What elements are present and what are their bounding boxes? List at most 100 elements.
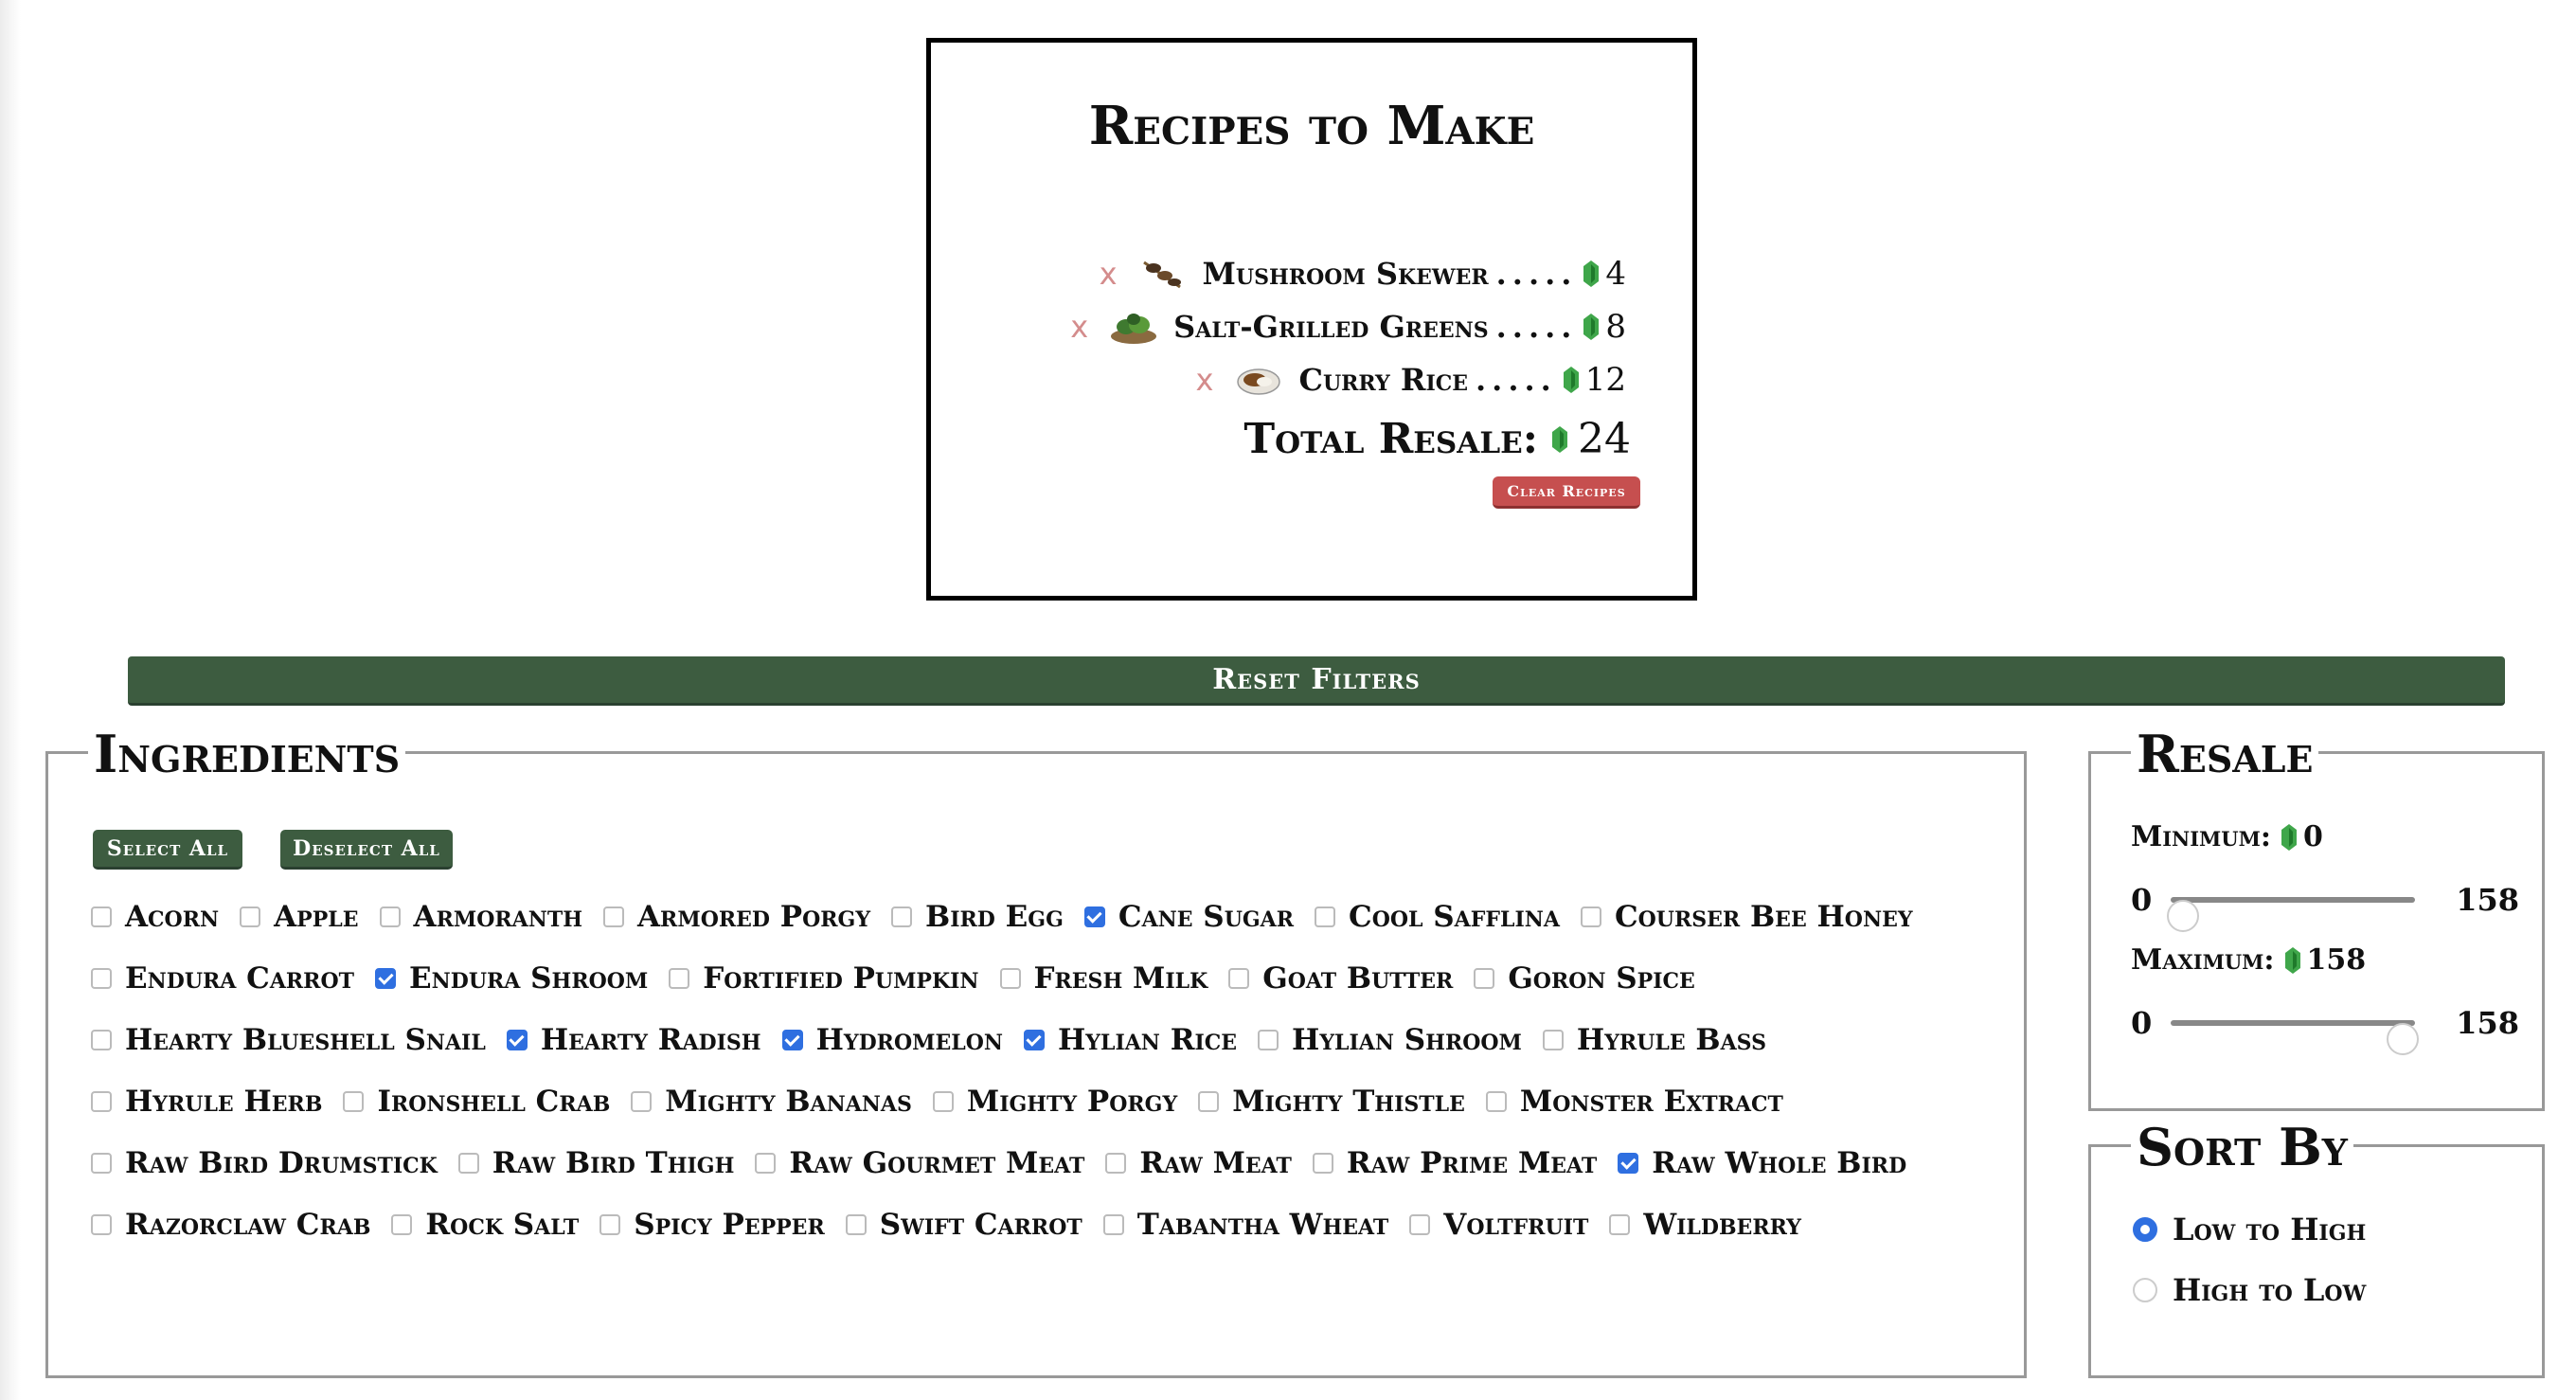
radio-button[interactable] bbox=[2133, 1278, 2157, 1302]
ingredient-item[interactable]: Hylian Shroom bbox=[1258, 1014, 1522, 1066]
ingredient-label: Tabantha Wheat bbox=[1136, 1207, 1389, 1242]
ingredient-item[interactable]: Apple bbox=[240, 890, 359, 942]
ingredient-checkbox[interactable] bbox=[1409, 1213, 1431, 1235]
reset-filters-button[interactable]: Reset Filters bbox=[128, 656, 2505, 706]
ingredient-checkbox[interactable] bbox=[91, 1152, 112, 1174]
remove-recipe-button[interactable]: x bbox=[1070, 309, 1088, 345]
ingredient-item[interactable]: Armoranth bbox=[379, 890, 582, 942]
ingredient-item[interactable]: Hyrule Herb bbox=[91, 1075, 322, 1127]
ingredient-checkbox[interactable] bbox=[669, 967, 690, 989]
ingredient-list: Acorn Apple Armoranth Armored Porgy Bird Egg… bbox=[91, 890, 1995, 1250]
ingredient-item[interactable]: Raw Bird Drumstick bbox=[91, 1137, 438, 1189]
ingredient-checkbox[interactable] bbox=[603, 906, 624, 927]
ingredient-checkbox[interactable] bbox=[391, 1213, 413, 1235]
ingredient-checkbox[interactable] bbox=[1105, 1152, 1127, 1174]
ingredient-item[interactable]: Raw Gourmet Meat bbox=[755, 1137, 1084, 1189]
ingredient-item[interactable]: Rock Salt bbox=[391, 1198, 579, 1250]
ingredient-item[interactable]: Hydromelon bbox=[781, 1014, 1003, 1066]
select-all-button[interactable]: Select All bbox=[93, 830, 242, 870]
ingredient-checkbox[interactable] bbox=[375, 967, 396, 989]
ingredient-item[interactable]: Mighty Thistle bbox=[1198, 1075, 1465, 1127]
ingredient-item[interactable]: Goron Spice bbox=[1474, 952, 1695, 1004]
clear-recipes-button[interactable]: Clear Recipes bbox=[1493, 476, 1640, 509]
ingredient-item[interactable]: Hyrule Bass bbox=[1542, 1014, 1766, 1066]
ingredient-item[interactable]: Hearty Blueshell Snail bbox=[91, 1014, 486, 1066]
ingredient-checkbox[interactable] bbox=[1315, 906, 1336, 927]
maximum-slider-thumb[interactable] bbox=[2387, 1023, 2419, 1055]
ingredient-item[interactable]: Ironshell Crab bbox=[343, 1075, 610, 1127]
ingredient-checkbox[interactable] bbox=[1580, 906, 1601, 927]
ingredient-checkbox[interactable] bbox=[343, 1090, 365, 1112]
ingredient-checkbox[interactable] bbox=[91, 1213, 112, 1235]
ingredient-item[interactable]: Monster Extract bbox=[1485, 1075, 1783, 1127]
ingredient-checkbox[interactable] bbox=[1228, 967, 1250, 989]
mushroom-skewer-icon bbox=[1142, 260, 1181, 289]
minimum-slider-track[interactable] bbox=[2167, 897, 2415, 932]
ingredient-item[interactable]: Raw Prime Meat bbox=[1312, 1137, 1597, 1189]
ingredient-checkbox[interactable] bbox=[999, 967, 1021, 989]
rupee-icon bbox=[1563, 367, 1579, 393]
ingredient-checkbox[interactable] bbox=[755, 1152, 777, 1174]
ingredient-checkbox[interactable] bbox=[1609, 1213, 1631, 1235]
ingredient-item[interactable]: Spicy Pepper bbox=[599, 1198, 825, 1250]
ingredient-item[interactable]: Swift Carrot bbox=[845, 1198, 1082, 1250]
sort-option-low-to-high[interactable]: Low to High bbox=[2133, 1212, 2366, 1247]
ingredient-item[interactable]: Hylian Rice bbox=[1023, 1014, 1237, 1066]
ingredient-item[interactable]: Mighty Porgy bbox=[932, 1075, 1177, 1127]
ingredient-item[interactable]: Raw Bird Thigh bbox=[457, 1137, 734, 1189]
ingredient-item[interactable]: Mighty Bananas bbox=[631, 1075, 912, 1127]
ingredient-checkbox[interactable] bbox=[1083, 906, 1105, 927]
ingredient-checkbox[interactable] bbox=[91, 1090, 112, 1112]
ingredient-checkbox[interactable] bbox=[1542, 1029, 1564, 1050]
sort-option-high-to-low[interactable]: High to Low bbox=[2133, 1272, 2366, 1308]
ingredient-checkbox[interactable] bbox=[91, 1029, 112, 1050]
ingredient-item[interactable]: Fortified Pumpkin bbox=[669, 952, 979, 1004]
ingredient-checkbox[interactable] bbox=[506, 1029, 528, 1050]
ingredient-checkbox[interactable] bbox=[91, 967, 112, 989]
ingredient-checkbox[interactable] bbox=[1474, 967, 1495, 989]
ingredient-checkbox[interactable] bbox=[91, 906, 112, 927]
remove-recipe-button[interactable]: x bbox=[1196, 362, 1214, 398]
ingredient-checkbox[interactable] bbox=[891, 906, 913, 927]
ingredient-item[interactable]: Raw Meat bbox=[1105, 1137, 1292, 1189]
remove-recipe-button[interactable]: x bbox=[1100, 256, 1118, 292]
radio-button[interactable] bbox=[2133, 1217, 2157, 1242]
ingredient-checkbox[interactable] bbox=[1198, 1090, 1220, 1112]
ingredient-item[interactable]: Raw Whole Bird bbox=[1618, 1137, 1906, 1189]
ingredient-item[interactable]: Courser Bee Honey bbox=[1580, 890, 1913, 942]
ingredient-item[interactable]: Tabantha Wheat bbox=[1102, 1198, 1389, 1250]
ingredient-item[interactable]: Fresh Milk bbox=[999, 952, 1208, 1004]
ingredient-checkbox[interactable] bbox=[379, 906, 401, 927]
ingredient-item[interactable]: Armored Porgy bbox=[603, 890, 870, 942]
recipe-price: 8 bbox=[1605, 308, 1626, 346]
ingredient-checkbox[interactable] bbox=[781, 1029, 803, 1050]
ingredient-item[interactable]: Wildberry bbox=[1609, 1198, 1801, 1250]
ingredient-checkbox[interactable] bbox=[932, 1090, 954, 1112]
ingredient-checkbox[interactable] bbox=[1485, 1090, 1507, 1112]
maximum-value: 158 bbox=[2306, 943, 2367, 977]
ingredient-checkbox[interactable] bbox=[1023, 1029, 1045, 1050]
ingredient-checkbox[interactable] bbox=[240, 906, 261, 927]
ingredient-item[interactable]: Endura Carrot bbox=[91, 952, 354, 1004]
ingredient-checkbox[interactable] bbox=[631, 1090, 653, 1112]
ingredient-checkbox[interactable] bbox=[1258, 1029, 1279, 1050]
ingredient-item[interactable]: Hearty Radish bbox=[506, 1014, 761, 1066]
ingredient-item[interactable]: Endura Shroom bbox=[375, 952, 648, 1004]
ingredient-item[interactable]: Razorclaw Crab bbox=[91, 1198, 370, 1250]
deselect-all-button[interactable]: Deselect All bbox=[280, 830, 453, 870]
ingredient-checkbox[interactable] bbox=[457, 1152, 479, 1174]
ingredient-item[interactable]: Goat Butter bbox=[1228, 952, 1453, 1004]
ingredient-checkbox[interactable] bbox=[1102, 1213, 1124, 1235]
ingredient-item[interactable]: Acorn bbox=[91, 890, 219, 942]
ingredient-checkbox[interactable] bbox=[1312, 1152, 1333, 1174]
ingredient-item[interactable]: Cool Safflina bbox=[1315, 890, 1560, 942]
ingredient-item[interactable]: Voltfruit bbox=[1409, 1198, 1588, 1250]
minimum-slider-thumb[interactable] bbox=[2167, 900, 2199, 932]
ingredient-checkbox[interactable] bbox=[599, 1213, 621, 1235]
ingredient-item[interactable]: Bird Egg bbox=[891, 890, 1064, 942]
ingredient-checkbox[interactable] bbox=[1618, 1152, 1639, 1174]
ingredient-checkbox[interactable] bbox=[845, 1213, 867, 1235]
minimum-range: 0 158 bbox=[2131, 881, 2519, 932]
maximum-slider-track[interactable] bbox=[2171, 1020, 2419, 1055]
ingredient-item[interactable]: Cane Sugar bbox=[1083, 890, 1294, 942]
